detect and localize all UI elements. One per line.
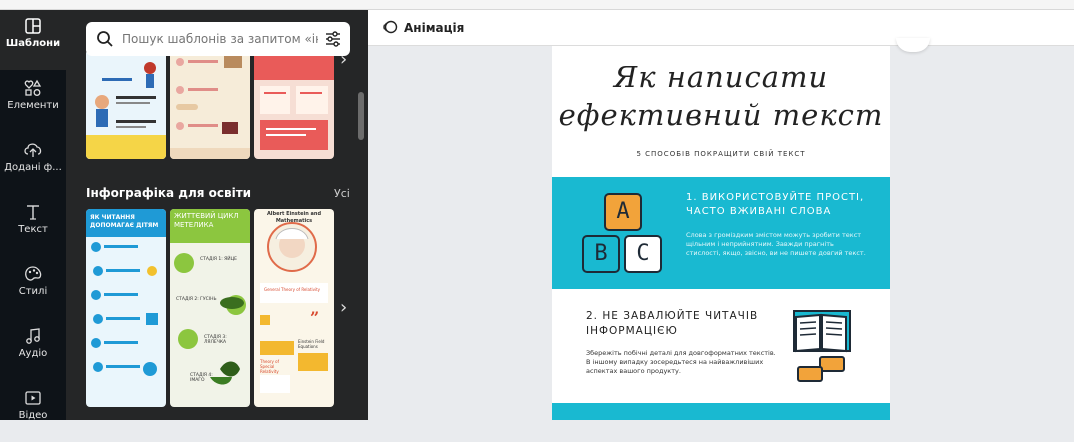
animation-label: Анімація bbox=[404, 21, 465, 35]
letter-tile-a: A bbox=[604, 193, 642, 231]
template-body-text: Einstein Field Equations bbox=[298, 339, 325, 349]
animation-icon bbox=[383, 20, 398, 34]
sidebar-item-label: Відео bbox=[18, 410, 48, 421]
design-title-line2: ефективний текст bbox=[558, 98, 884, 132]
template-search-box[interactable] bbox=[86, 22, 350, 56]
template-art: ” bbox=[260, 222, 328, 393]
template-art bbox=[86, 50, 166, 159]
sidebar-item-audio[interactable]: Аудіо bbox=[0, 320, 66, 380]
sidebar-item-label: Додані ф... bbox=[4, 162, 62, 173]
search-input[interactable] bbox=[122, 29, 318, 49]
sidebar-item-templates[interactable]: Шаблони bbox=[0, 10, 66, 70]
template-thumbnail[interactable] bbox=[254, 50, 334, 159]
text-icon bbox=[27, 205, 39, 220]
sidebar-item-styles[interactable]: Стилі bbox=[0, 258, 66, 318]
template-stage-label: СТАДІЯ 2: ГУСІНЬ bbox=[176, 297, 217, 302]
design-canvas-area: Як написати ефективний текст 5 СПОСОБІВ … bbox=[368, 38, 1074, 420]
point-3-band bbox=[552, 403, 890, 420]
point-2-body: Збережіть побічні деталі для довгоформат… bbox=[586, 349, 776, 375]
sidebar-item-elements[interactable]: Елементи bbox=[0, 72, 66, 132]
filter-icon[interactable] bbox=[324, 30, 342, 48]
templates-panel: › Інфографіка для освіти Усі ЯК ЧИТАННЯ … bbox=[66, 10, 368, 420]
carousel-next-button[interactable]: › bbox=[340, 296, 354, 320]
page-tools-button[interactable] bbox=[896, 38, 930, 52]
design-page[interactable]: Як написати ефективний текст 5 СПОСОБІВ … bbox=[552, 46, 890, 420]
template-thumbnail[interactable]: ЯК ЧИТАННЯ ДОПОМАГАЄ ДІТЯМ bbox=[86, 209, 166, 407]
sidebar-item-label: Текст bbox=[18, 224, 48, 235]
letter-tile-b: B bbox=[582, 235, 620, 273]
template-thumbnail[interactable]: ЖИТТЄВИЙ ЦИКЛ МЕТЕЛИКА СТАДІЯ 1: ЯЙЦЕ СТ… bbox=[170, 209, 250, 407]
section-title: Інфографіка для освіти bbox=[86, 186, 252, 200]
sidebar-item-text[interactable]: Текст bbox=[0, 196, 66, 256]
template-body-text: Theory of Special Relativity bbox=[260, 359, 280, 374]
editor-toolbar: Анімація bbox=[368, 10, 1074, 46]
book-chat-icon bbox=[793, 310, 851, 382]
svg-text:”: ” bbox=[310, 308, 319, 327]
see-all-link[interactable]: Усі bbox=[334, 187, 350, 200]
design-subtitle: 5 СПОСОБІВ ПОКРАЩИТИ СВІЙ ТЕКСТ bbox=[636, 150, 806, 158]
templates-icon bbox=[25, 18, 41, 34]
point-2-band: 2. НЕ ЗАВАЛЮЙТЕ ЧИТАЧІВ ІНФОРМАЦІЄЮ Збер… bbox=[552, 289, 890, 403]
letter-tile-c: C bbox=[624, 235, 662, 273]
template-art bbox=[170, 50, 250, 159]
search-icon bbox=[97, 31, 113, 47]
window-top-strip bbox=[0, 0, 1074, 10]
point-2-title: 2. НЕ ЗАВАЛЮЙТЕ ЧИТАЧІВ ІНФОРМАЦІЄЮ bbox=[586, 310, 759, 337]
video-icon bbox=[25, 391, 41, 405]
template-art bbox=[254, 50, 334, 159]
upload-icon bbox=[24, 143, 42, 157]
template-stage-label: СТАДІЯ 3: ЛЯЛЕЧКА bbox=[204, 335, 227, 345]
music-icon bbox=[26, 328, 40, 344]
palette-icon bbox=[25, 266, 42, 281]
sidebar-item-label: Стилі bbox=[18, 286, 48, 297]
sidebar-item-label: Шаблони bbox=[5, 38, 61, 49]
point-1-band: A B C 1. ВИКОРИСТОВУЙТЕ ПРОСТІ, ЧАСТО ВЖ… bbox=[552, 177, 890, 289]
template-thumbnail[interactable] bbox=[170, 50, 250, 159]
template-stage-label: СТАДІЯ 1: ЯЙЦЕ bbox=[200, 257, 238, 262]
sidebar-rail: Шаблони Елементи Додані ф... Текст Стилі… bbox=[0, 10, 66, 421]
template-stage-label: СТАДІЯ 4: ІМАГО bbox=[190, 373, 213, 383]
template-thumbnail[interactable]: ” Albert Einstein and Mathematics Genera… bbox=[254, 209, 334, 407]
panel-scrollbar[interactable] bbox=[358, 92, 364, 140]
template-body-text: General Theory of Relativity bbox=[264, 287, 321, 292]
point-1-body: Слова з громіздким змістом можуть зробит… bbox=[686, 231, 866, 257]
sidebar-item-label: Елементи bbox=[7, 100, 59, 111]
template-title: Albert Einstein and Mathematics bbox=[266, 211, 322, 224]
sidebar-item-label: Аудіо bbox=[18, 348, 48, 359]
template-thumbnail[interactable] bbox=[86, 50, 166, 159]
template-art bbox=[91, 242, 158, 376]
sidebar-item-video[interactable]: Відео bbox=[0, 382, 66, 442]
point-1-title: 1. ВИКОРИСТОВУЙТЕ ПРОСТІ, ЧАСТО ВЖИВАНІ … bbox=[686, 192, 865, 217]
design-title-line1: Як написати bbox=[613, 60, 829, 94]
elements-icon bbox=[24, 79, 42, 96]
animation-button[interactable]: Анімація bbox=[382, 19, 464, 35]
sidebar-item-uploads[interactable]: Додані ф... bbox=[0, 134, 66, 194]
